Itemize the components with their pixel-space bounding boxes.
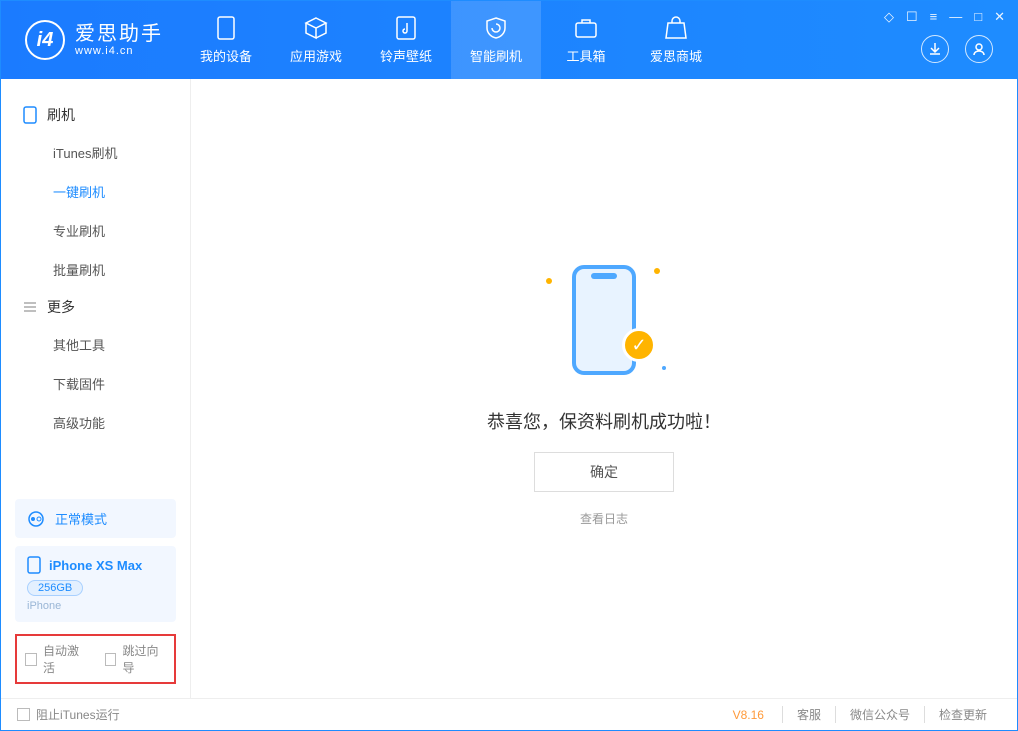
feedback-icon[interactable]: ☐ bbox=[906, 9, 918, 25]
footer-link-wechat[interactable]: 微信公众号 bbox=[835, 706, 924, 723]
device-name: iPhone XS Max bbox=[49, 558, 142, 573]
tab-label: 我的设备 bbox=[200, 46, 252, 65]
device-type: iPhone bbox=[27, 600, 164, 612]
device-capacity: 256GB bbox=[27, 580, 83, 596]
maximize-icon[interactable]: □ bbox=[974, 9, 982, 25]
cube-icon bbox=[304, 16, 328, 40]
device-icon bbox=[27, 556, 41, 574]
sidebar-item-oneclick[interactable]: 一键刷机 bbox=[1, 172, 190, 211]
menu-icon[interactable]: ≡ bbox=[930, 9, 938, 25]
app-subtitle: www.i4.cn bbox=[75, 45, 163, 57]
footer: 阻止iTunes运行 V8.16 客服 微信公众号 检查更新 bbox=[1, 698, 1017, 730]
tab-label: 应用游戏 bbox=[290, 46, 342, 65]
app-logo: i4 爱思助手 www.i4.cn bbox=[1, 1, 181, 79]
tab-apps[interactable]: 应用游戏 bbox=[271, 1, 361, 79]
sidebar-item-advanced[interactable]: 高级功能 bbox=[1, 403, 190, 442]
mode-card[interactable]: 正常模式 bbox=[15, 499, 176, 538]
view-log-link[interactable]: 查看日志 bbox=[580, 510, 628, 527]
sidebar-group-flash: 刷机 bbox=[1, 97, 190, 133]
tab-ringtone[interactable]: 铃声壁纸 bbox=[361, 1, 451, 79]
checkbox-icon bbox=[17, 708, 30, 721]
list-icon bbox=[23, 300, 37, 314]
tab-toolbox[interactable]: 工具箱 bbox=[541, 1, 631, 79]
checkbox-icon bbox=[105, 653, 117, 666]
download-icon[interactable] bbox=[921, 35, 949, 63]
main-content: ✓ 恭喜您，保资料刷机成功啦！ 确定 查看日志 bbox=[191, 79, 1017, 698]
success-illustration: ✓ bbox=[534, 250, 674, 390]
bag-icon bbox=[664, 16, 688, 40]
body: 刷机 iTunes刷机 一键刷机 专业刷机 批量刷机 更多 其他工具 下载固件 … bbox=[1, 79, 1017, 698]
success-message: 恭喜您，保资料刷机成功啦！ bbox=[487, 408, 721, 434]
ok-button[interactable]: 确定 bbox=[534, 452, 674, 492]
checkbox-icon bbox=[25, 653, 37, 666]
top-tabs: 我的设备 应用游戏 铃声壁纸 智能刷机 工具箱 爱思商城 bbox=[181, 1, 721, 79]
checkbox-skip-wizard[interactable]: 跳过向导 bbox=[105, 642, 167, 676]
skin-icon[interactable]: ◇ bbox=[884, 9, 894, 25]
sidebar-item-itunes[interactable]: iTunes刷机 bbox=[1, 133, 190, 172]
header-actions bbox=[921, 35, 993, 63]
briefcase-icon bbox=[574, 16, 598, 40]
phone-small-icon bbox=[23, 106, 37, 124]
sidebar-item-other[interactable]: 其他工具 bbox=[1, 325, 190, 364]
group-label: 更多 bbox=[47, 297, 75, 317]
sidebar-item-firmware[interactable]: 下载固件 bbox=[1, 364, 190, 403]
tab-store[interactable]: 爱思商城 bbox=[631, 1, 721, 79]
tab-label: 工具箱 bbox=[566, 46, 605, 65]
tab-device[interactable]: 我的设备 bbox=[181, 1, 271, 79]
sidebar-item-batch[interactable]: 批量刷机 bbox=[1, 250, 190, 289]
sidebar-group-more: 更多 bbox=[1, 289, 190, 325]
version-label: V8.16 bbox=[733, 708, 764, 722]
checkbox-block-itunes[interactable]: 阻止iTunes运行 bbox=[17, 706, 120, 723]
mode-label: 正常模式 bbox=[55, 509, 107, 528]
device-card[interactable]: iPhone XS Max 256GB iPhone bbox=[15, 546, 176, 622]
footer-link-update[interactable]: 检查更新 bbox=[924, 706, 1001, 723]
checkbox-label: 跳过向导 bbox=[122, 642, 166, 676]
checkbox-auto-activate[interactable]: 自动激活 bbox=[25, 642, 87, 676]
sidebar-item-pro[interactable]: 专业刷机 bbox=[1, 211, 190, 250]
refresh-shield-icon bbox=[484, 16, 508, 40]
mode-icon bbox=[27, 510, 45, 528]
flash-options-highlight: 自动激活 跳过向导 bbox=[15, 634, 176, 684]
sparkle-icon bbox=[662, 366, 666, 370]
tab-label: 铃声壁纸 bbox=[380, 46, 432, 65]
tab-label: 爱思商城 bbox=[650, 46, 702, 65]
sparkle-icon bbox=[546, 278, 552, 284]
sparkle-icon bbox=[654, 268, 660, 274]
music-file-icon bbox=[394, 16, 418, 40]
window-controls: ◇ ☐ ≡ — □ ✕ bbox=[884, 9, 1005, 25]
phone-icon bbox=[214, 16, 238, 40]
user-icon[interactable] bbox=[965, 35, 993, 63]
footer-link-support[interactable]: 客服 bbox=[782, 706, 835, 723]
sidebar: 刷机 iTunes刷机 一键刷机 专业刷机 批量刷机 更多 其他工具 下载固件 … bbox=[1, 79, 191, 698]
checkbox-label: 自动激活 bbox=[43, 642, 87, 676]
group-label: 刷机 bbox=[47, 105, 75, 125]
checkbox-label: 阻止iTunes运行 bbox=[36, 706, 120, 723]
tab-flash[interactable]: 智能刷机 bbox=[451, 1, 541, 79]
logo-icon: i4 bbox=[25, 20, 65, 60]
close-icon[interactable]: ✕ bbox=[994, 9, 1005, 25]
minimize-icon[interactable]: — bbox=[949, 9, 962, 25]
app-title: 爱思助手 bbox=[75, 23, 163, 45]
header: i4 爱思助手 www.i4.cn 我的设备 应用游戏 铃声壁纸 智能刷机 工具… bbox=[1, 1, 1017, 79]
tab-label: 智能刷机 bbox=[470, 46, 522, 65]
phone-illustration-icon bbox=[572, 265, 636, 375]
checkmark-badge-icon: ✓ bbox=[622, 328, 656, 362]
